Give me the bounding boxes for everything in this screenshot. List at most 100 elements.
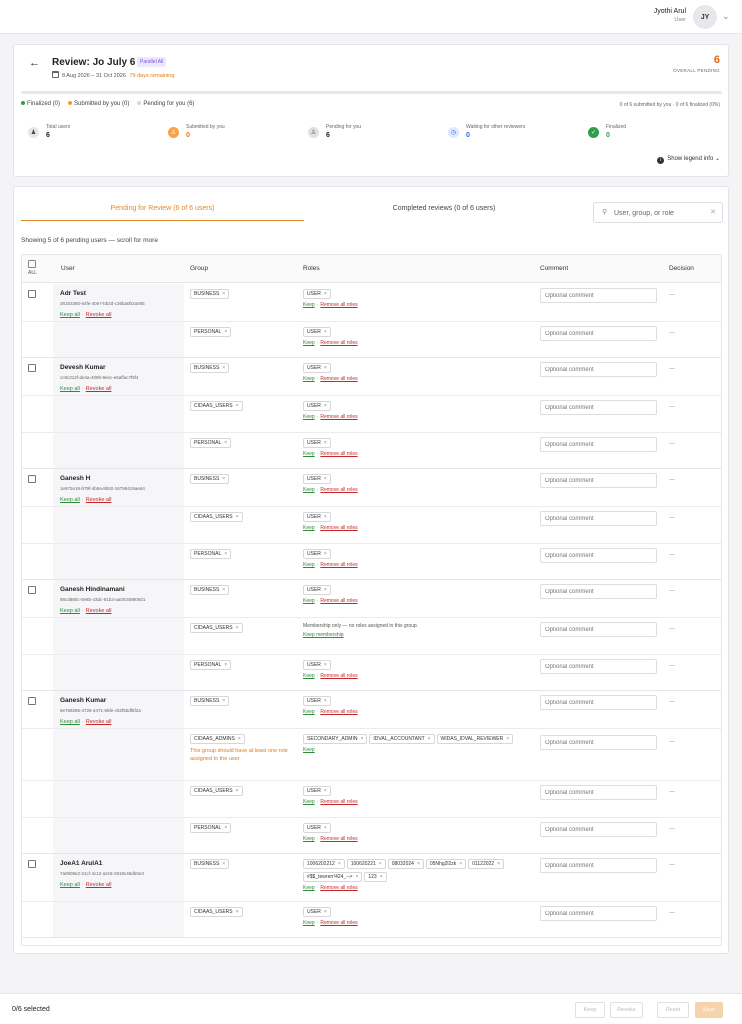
keep-link[interactable]: Keep: [303, 525, 315, 531]
remove-all-roles-link[interactable]: Remove all roles: [320, 562, 357, 568]
comment-input[interactable]: [540, 326, 657, 341]
remove-role-icon[interactable]: ×: [324, 825, 327, 831]
keep-membership-link[interactable]: Keep membership: [303, 632, 344, 638]
comment-input[interactable]: [540, 822, 657, 837]
remove-all-roles-link[interactable]: Remove all roles: [320, 709, 357, 715]
comment-input[interactable]: [540, 906, 657, 921]
remove-role-icon[interactable]: ×: [324, 365, 327, 371]
remove-role-icon[interactable]: ×: [324, 291, 327, 297]
remove-role-icon[interactable]: ×: [506, 736, 509, 742]
keep-link[interactable]: Keep: [303, 376, 315, 382]
remove-role-icon[interactable]: ×: [360, 736, 363, 742]
remove-role-icon[interactable]: ×: [355, 874, 358, 880]
chevron-down-icon[interactable]: ⌄: [722, 11, 730, 22]
remove-role-icon[interactable]: ×: [324, 476, 327, 482]
remove-role-icon[interactable]: ×: [380, 874, 383, 880]
remove-all-roles-link[interactable]: Remove all roles: [320, 302, 357, 308]
remove-role-icon[interactable]: ×: [324, 662, 327, 668]
remove-all-roles-link[interactable]: Remove all roles: [320, 525, 357, 531]
remove-all-roles-link[interactable]: Remove all roles: [320, 451, 357, 457]
comment-input[interactable]: [540, 288, 657, 303]
comment-input[interactable]: [540, 735, 657, 750]
show-legend-info-toggle[interactable]: i Show legend info ⌄: [657, 155, 720, 164]
remove-role-icon[interactable]: ×: [324, 440, 327, 446]
remove-all-roles-link[interactable]: Remove all roles: [320, 376, 357, 382]
remove-group-icon[interactable]: ×: [236, 909, 239, 915]
remove-all-roles-link[interactable]: Remove all roles: [320, 673, 357, 679]
remove-role-icon[interactable]: ×: [379, 861, 382, 867]
comment-input[interactable]: [540, 584, 657, 599]
remove-group-icon[interactable]: ×: [236, 788, 239, 794]
remove-group-icon[interactable]: ×: [222, 698, 225, 704]
save-button[interactable]: Save: [695, 1002, 723, 1018]
remove-role-icon[interactable]: ×: [324, 698, 327, 704]
comment-input[interactable]: [540, 785, 657, 800]
remove-role-icon[interactable]: ×: [324, 403, 327, 409]
comment-input[interactable]: [540, 400, 657, 415]
remove-role-icon[interactable]: ×: [324, 551, 327, 557]
remove-group-icon[interactable]: ×: [236, 514, 239, 520]
avatar[interactable]: JY: [693, 5, 717, 29]
comment-input[interactable]: [540, 362, 657, 377]
keep-link[interactable]: Keep: [303, 451, 315, 457]
remove-all-roles-link[interactable]: Remove all roles: [320, 414, 357, 420]
remove-all-roles-link[interactable]: Remove all roles: [320, 598, 357, 604]
keep-link[interactable]: Keep: [303, 885, 315, 891]
remove-group-icon[interactable]: ×: [236, 625, 239, 631]
remove-all-roles-link[interactable]: Remove all roles: [320, 885, 357, 891]
remove-group-icon[interactable]: ×: [224, 662, 227, 668]
comment-input[interactable]: [540, 473, 657, 488]
remove-role-icon[interactable]: ×: [324, 329, 327, 335]
remove-group-icon[interactable]: ×: [222, 291, 225, 297]
remove-role-icon[interactable]: ×: [497, 861, 500, 867]
comment-input[interactable]: [540, 659, 657, 674]
keep-link[interactable]: Keep: [303, 302, 315, 308]
remove-all-roles-link[interactable]: Remove all roles: [320, 799, 357, 805]
keep-link[interactable]: Keep: [303, 340, 315, 346]
reset-button[interactable]: Reset: [657, 1002, 689, 1018]
remove-role-icon[interactable]: ×: [324, 909, 327, 915]
keep-link[interactable]: Keep: [303, 920, 315, 926]
tab-completed[interactable]: Completed reviews (0 of 6 users): [304, 205, 584, 220]
clear-icon[interactable]: ✕: [710, 208, 716, 216]
remove-group-icon[interactable]: ×: [222, 365, 225, 371]
keep-link[interactable]: Keep: [303, 598, 315, 604]
remove-all-roles-link[interactable]: Remove all roles: [320, 920, 357, 926]
remove-group-icon[interactable]: ×: [224, 440, 227, 446]
keep-link[interactable]: Keep: [303, 673, 315, 679]
select-all-checkbox[interactable]: [28, 260, 36, 268]
keep-link[interactable]: Keep: [303, 414, 315, 420]
keep-link[interactable]: Keep: [303, 747, 315, 753]
comment-input[interactable]: [540, 695, 657, 710]
keep-link[interactable]: Keep: [303, 799, 315, 805]
remove-all-roles-link[interactable]: Remove all roles: [320, 340, 357, 346]
keep-link[interactable]: Keep: [303, 562, 315, 568]
remove-role-icon[interactable]: ×: [338, 861, 341, 867]
keep-link[interactable]: Keep: [303, 487, 315, 493]
remove-group-icon[interactable]: ×: [238, 736, 241, 742]
comment-input[interactable]: [540, 437, 657, 452]
remove-group-icon[interactable]: ×: [224, 825, 227, 831]
remove-group-icon[interactable]: ×: [236, 403, 239, 409]
remove-group-icon[interactable]: ×: [222, 587, 225, 593]
revoke-button[interactable]: Revoke: [610, 1002, 643, 1018]
remove-role-icon[interactable]: ×: [428, 736, 431, 742]
remove-group-icon[interactable]: ×: [222, 476, 225, 482]
comment-input[interactable]: [540, 622, 657, 637]
remove-group-icon[interactable]: ×: [224, 551, 227, 557]
tab-pending[interactable]: Pending for Review (6 of 6 users): [21, 205, 304, 221]
comment-input[interactable]: [540, 858, 657, 873]
remove-all-roles-link[interactable]: Remove all roles: [320, 836, 357, 842]
search-input[interactable]: [614, 207, 706, 219]
remove-role-icon[interactable]: ×: [324, 514, 327, 520]
keep-link[interactable]: Keep: [303, 709, 315, 715]
remove-role-icon[interactable]: ×: [417, 861, 420, 867]
keep-button[interactable]: Keep: [575, 1002, 605, 1018]
back-arrow-icon[interactable]: ←: [29, 57, 40, 69]
keep-link[interactable]: Keep: [303, 836, 315, 842]
remove-group-icon[interactable]: ×: [224, 329, 227, 335]
remove-role-icon[interactable]: ×: [324, 587, 327, 593]
comment-input[interactable]: [540, 511, 657, 526]
remove-role-icon[interactable]: ×: [459, 861, 462, 867]
remove-role-icon[interactable]: ×: [324, 788, 327, 794]
